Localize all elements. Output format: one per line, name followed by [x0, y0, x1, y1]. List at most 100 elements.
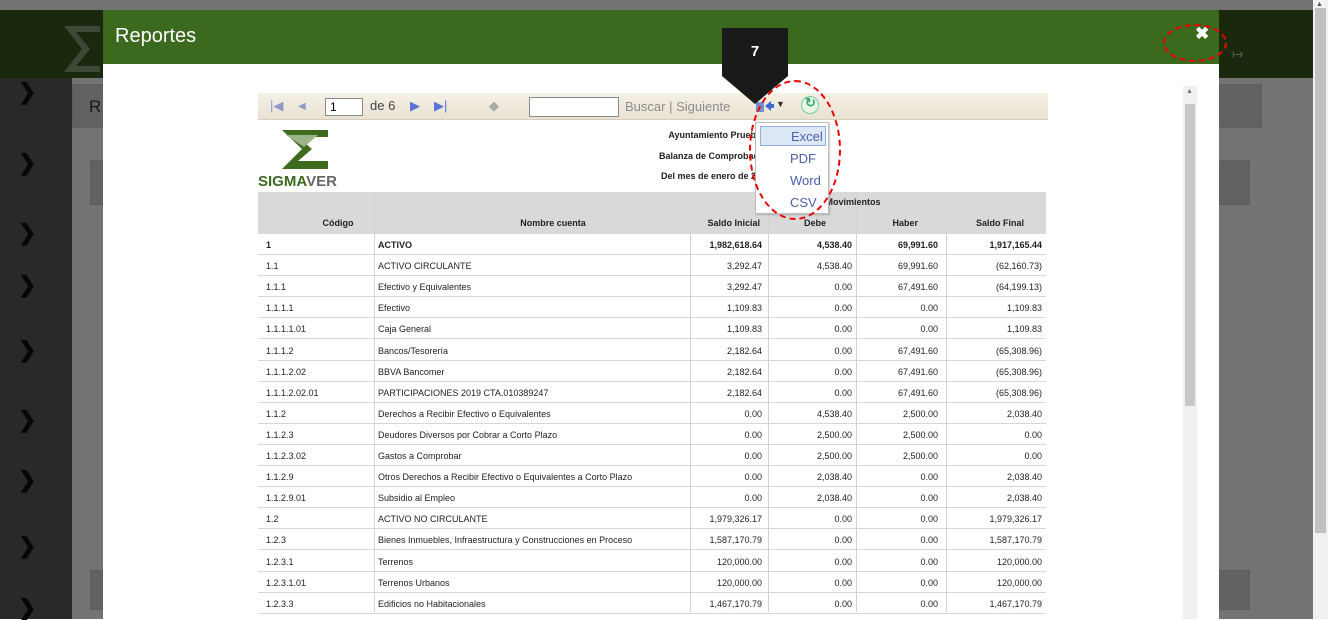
table-cell: 0.00 [920, 535, 938, 546]
page-count: de 6 [370, 98, 396, 113]
modal-scrollbar-thumb[interactable] [1185, 104, 1195, 406]
first-page-icon[interactable]: |◀ [270, 98, 283, 114]
table-cell: 0.00 [920, 472, 938, 483]
table-cell: 1,109.83 [726, 303, 762, 314]
last-page-icon[interactable]: ▶| [434, 98, 447, 114]
table-cell: 1.2.3.1.01 [266, 577, 307, 588]
table-cell: 1.1.1 [266, 282, 287, 293]
table-cell: 0.00 [920, 514, 938, 525]
table-cell: 1,982,618.64 [709, 240, 762, 250]
modal-title: Reportes [115, 25, 197, 47]
table-row: 1.1.2.9.01 Subsidio al Empleo 0.00 2,038.40… [258, 487, 1046, 509]
find-controls: Buscar | Siguiente [625, 99, 730, 114]
table-cell: 0.00 [834, 303, 852, 314]
table-row: 1.1.2 Derechos a Recibir Efectivo o Equiv… [258, 403, 1046, 424]
table-cell: 1.2.3 [266, 535, 287, 546]
table-cell: 2,500.00 [902, 408, 938, 419]
table-cell: 0.00 [744, 451, 762, 461]
table-cell: 1.2.3.1 [266, 556, 294, 567]
scroll-up-icon[interactable]: ▲ [1316, 1, 1323, 8]
table-row: 1.1 ACTIVO CIRCULANTE 3,292.47 4,538.40 69,9… [258, 255, 1046, 277]
table-row: 1.2 ACTIVO NO CIRCULANTE 1,979,326.17 0.00 0… [258, 508, 1046, 530]
back-to-parent-icon[interactable]: ◆ [489, 98, 499, 114]
table-cell: 2,500.00 [902, 451, 938, 461]
table-cell: 0.00 [744, 429, 762, 440]
highlight-circle [749, 80, 841, 220]
report-entity-name: Ayuntamiento Prueba [668, 130, 761, 140]
table-cell: 2,038.40 [1006, 408, 1042, 419]
table-cell: (62,160.73) [995, 261, 1042, 272]
column-header: Debe [803, 218, 826, 228]
table-row: 1 ACTIVO 1,982,618.64 4,538.40 69,991.60 1,91… [258, 234, 1046, 255]
table-cell: 2,500.00 [902, 429, 938, 440]
page-scrollbar-thumb[interactable] [1315, 8, 1326, 533]
table-cell: 4,538.40 [816, 408, 852, 419]
table-row: 1.1.2.9 Otros Derechos a Recibir Efectivo… [258, 466, 1046, 488]
table-cell: Caja General [378, 324, 432, 335]
table-cell: Subsidio al Empleo [378, 493, 456, 504]
column-divider [856, 192, 857, 612]
table-cell: 0.00 [920, 303, 938, 314]
table-cell: 120,000.00 [996, 577, 1042, 588]
table-cell: Efectivo [378, 303, 411, 314]
page-number-input[interactable] [325, 98, 363, 116]
table-cell: 0.00 [834, 282, 852, 293]
table-cell: 1.1.2.3.02 [266, 451, 307, 461]
table-cell: Otros Derechos a Recibir Efectivo o Equi… [378, 472, 633, 483]
table-cell: 1.1 [266, 261, 279, 272]
table-cell: (65,308.96) [995, 345, 1042, 356]
table-cell: 2,500.00 [816, 451, 852, 461]
table-cell: 120,000.00 [716, 577, 762, 588]
next-page-icon[interactable]: ▶ [410, 98, 420, 114]
table-cell: 0.00 [834, 535, 852, 546]
table-cell: 1.1.1.1 [266, 303, 294, 314]
report-period: Del mes de enero de 20 [660, 171, 761, 181]
table-row: 1.1.1.2 Bancos/Tesorería 2,182.64 0.00 67,49… [258, 340, 1046, 361]
table-cell: 0.00 [834, 598, 852, 609]
table-cell: (65,308.96) [995, 387, 1042, 398]
table-cell: Terrenos Urbanos [378, 577, 450, 588]
table-row: 1.2.3 Bienes Inmuebles, Infraestructura y… [258, 529, 1046, 551]
table-cell: 3,292.47 [726, 282, 762, 293]
table-cell: 1,467,170.79 [709, 598, 762, 609]
column-divider [374, 192, 375, 612]
table-cell: 69,991.60 [897, 240, 938, 250]
table-cell: 1.1.1.2 [266, 345, 294, 356]
find-link[interactable]: Buscar [625, 99, 665, 114]
table-cell: 1,109.83 [1006, 324, 1042, 335]
column-header: Haber [892, 218, 918, 228]
table-cell: 0.00 [920, 556, 938, 567]
scroll-up-icon[interactable]: ▲ [1186, 88, 1193, 95]
table-cell: 1,979,326.17 [709, 514, 762, 525]
logo-text-primary: SIGMA [258, 173, 307, 190]
column-header: Saldo Inicial [707, 218, 760, 228]
table-cell: 1 [266, 240, 272, 250]
previous-page-icon[interactable]: ◀ [298, 101, 306, 112]
table-row: 1.1.1.2.02 BBVA Bancomer 2,182.64 0.00 67,49… [258, 361, 1046, 382]
sigmaver-logo-icon [282, 130, 328, 169]
table-cell: PARTICIPACIONES 2019 CTA.010389247 [378, 387, 549, 398]
table-row: 1.1.1.2.02.01 PARTICIPACIONES 2019 CTA.01… [258, 382, 1046, 403]
table-cell: 0.00 [920, 598, 938, 609]
sigmaver-logo-text: SIGMAVER [258, 173, 337, 190]
page-scrollbar[interactable]: ▲ [1313, 0, 1328, 619]
column-divider [690, 192, 691, 612]
modal-scrollbar[interactable]: ▲ [1183, 86, 1197, 619]
table-row: 1.1.1.1.01 Caja General 1,109.83 0.00 0.00 1,… [258, 318, 1046, 340]
table-cell: Terrenos [378, 556, 414, 567]
table-cell: 1.1.2.9 [266, 472, 294, 483]
table-cell: 2,038.40 [1006, 493, 1042, 504]
table-cell: Bancos/Tesorería [378, 345, 449, 356]
table-cell: 1,587,170.79 [989, 535, 1042, 546]
table-cell: 1.1.1.2.02 [266, 366, 307, 377]
report-name: Balanza de Comprobaci [658, 151, 761, 161]
table-cell: 1,109.83 [1006, 303, 1042, 314]
column-header: Código [322, 218, 354, 228]
table-cell: Efectivo y Equivalentes [378, 282, 472, 293]
find-text-input[interactable] [529, 97, 619, 117]
table-cell: Gastos a Comprobar [378, 451, 462, 461]
table-cell: 1.1.1.1.01 [266, 324, 307, 335]
table-cell: 0.00 [920, 324, 938, 335]
table-row: 1.1.1.1 Efectivo 1,109.83 0.00 0.00 1,109.83 [258, 297, 1046, 319]
table-cell: 0.00 [834, 556, 852, 567]
